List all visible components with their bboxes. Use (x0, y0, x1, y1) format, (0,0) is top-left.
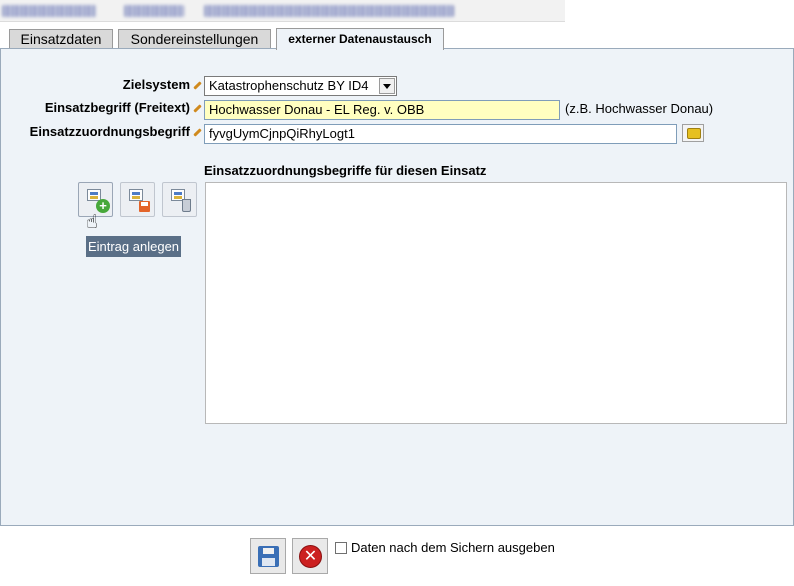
blurred-text (2, 5, 96, 17)
cancel-button[interactable]: ✕ (292, 538, 328, 574)
tab-sondereinstellungen[interactable]: Sondereinstellungen (118, 29, 271, 49)
zuordnungsbegriff-input[interactable]: fyvgUymCjnpQiRhyLogt1 (204, 124, 677, 144)
output-after-save-checkbox[interactable] (335, 542, 347, 554)
required-pencil-icon (192, 81, 201, 90)
cancel-icon: ✕ (299, 545, 322, 568)
zielsystem-label: Zielsystem (122, 77, 190, 92)
blurred-header (0, 0, 565, 22)
key-lookup-button[interactable] (682, 124, 704, 142)
tooltip: Eintrag anlegen (86, 236, 181, 257)
zielsystem-value: Katastrophenschutz BY ID4 (209, 78, 369, 93)
save-entry-icon (139, 201, 150, 212)
required-pencil-icon (192, 104, 201, 113)
list-title: Einsatzzuordnungsbegriffe für diesen Ein… (204, 163, 487, 178)
zuordnungsbegriff-label: Einsatzzuordnungsbegriff (29, 124, 190, 139)
delete-entry-icon (182, 199, 191, 212)
einsatzbegriff-hint: (z.B. Hochwasser Donau) (565, 101, 714, 116)
einsatzbegriff-label: Einsatzbegriff (Freitext) (44, 100, 190, 115)
save-button[interactable] (250, 538, 286, 574)
required-pencil-icon (192, 128, 201, 137)
key-icon (687, 128, 701, 139)
save-icon (258, 546, 279, 567)
einsatzbegriff-input[interactable]: Hochwasser Donau - EL Reg. v. OBB (204, 100, 560, 120)
zuordnungsbegriffe-list[interactable] (205, 182, 787, 424)
dropdown-arrow-icon[interactable] (379, 78, 395, 94)
add-entry-icon: + (96, 199, 110, 213)
zielsystem-select[interactable]: Katastrophenschutz BY ID4 (204, 76, 397, 96)
output-after-save-label: Daten nach dem Sichern ausgeben (351, 540, 555, 555)
tab-externer-datenaustausch[interactable]: externer Datenaustausch (276, 28, 444, 50)
blurred-text (204, 5, 454, 17)
delete-entry-button[interactable] (162, 182, 197, 217)
save-entry-button[interactable] (120, 182, 155, 217)
tab-einsatzdaten[interactable]: Einsatzdaten (9, 29, 113, 49)
document-icon (129, 189, 143, 201)
hand-pointer-icon: ☝ (86, 212, 98, 233)
blurred-text (124, 5, 184, 17)
